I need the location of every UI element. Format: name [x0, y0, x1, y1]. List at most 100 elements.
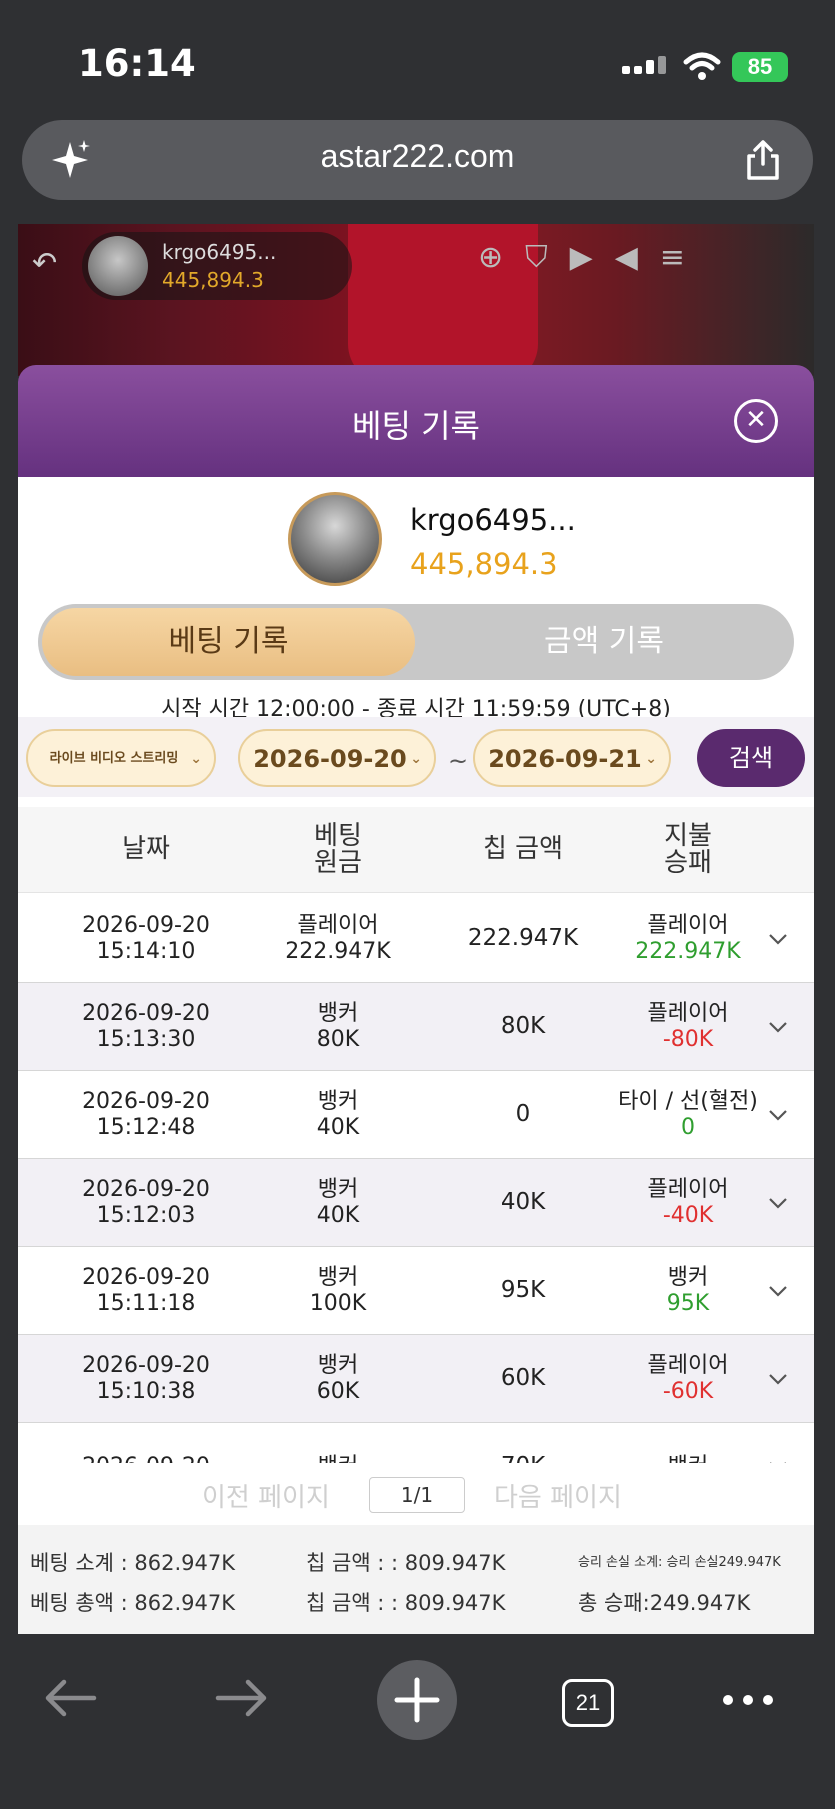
user-name: krgo6495... [410, 503, 576, 537]
game-type-select[interactable]: 라이브 비디오 스트리밍 ⌄ [26, 729, 216, 787]
row-chip: 60K [500, 1365, 546, 1392]
row-outcome: 뱅커 [668, 1454, 708, 1463]
close-icon[interactable]: ✕ [734, 399, 778, 443]
row-outcome: 플레이어 [647, 1352, 729, 1378]
table-row[interactable]: 2026-09-20 15:13:30 뱅커 80K 80K 플레이어 -80K [18, 983, 814, 1071]
row-chip: 40K [500, 1189, 546, 1216]
chevron-down-icon[interactable] [766, 1279, 790, 1303]
row-outcome: 플레이어 [647, 1000, 729, 1026]
prev-page-button[interactable]: 이전 페이지 [202, 1477, 330, 1514]
row-profit: 95K [666, 1291, 710, 1316]
row-time: 15:13:30 [96, 1027, 196, 1052]
chevron-down-icon: ⌄ [410, 751, 422, 767]
chevron-down-icon[interactable] [766, 1455, 790, 1463]
chevron-down-icon[interactable] [766, 1015, 790, 1039]
row-chip: 95K [500, 1277, 546, 1304]
row-profit: -60K [662, 1379, 714, 1404]
chip-subtotal: 칩 금액 : : 809.947K [306, 1551, 506, 1575]
cellular-signal-icon [622, 56, 666, 82]
avatar [88, 236, 148, 296]
row-bet-amount: 60K [316, 1379, 360, 1404]
table-row[interactable]: 2026-09-20 뱅커 70K 뱅커 [18, 1423, 814, 1463]
back-arrow-icon[interactable] [40, 1676, 100, 1720]
filter-bar: 라이브 비디오 스트리밍 ⌄ 2026-09-20 ⌄ ~ 2026-09-21… [18, 717, 814, 797]
row-date: 2026-09-20 [82, 1088, 210, 1114]
chevron-down-icon: ⌄ [190, 751, 202, 767]
row-bet-on: 뱅커 [317, 1264, 359, 1290]
tabs-button[interactable]: 21 [562, 1679, 614, 1727]
plus-icon [394, 1677, 440, 1723]
wifi-icon [683, 52, 721, 80]
chevron-down-icon[interactable] [766, 927, 790, 951]
row-time: 15:11:18 [96, 1291, 196, 1316]
column-original: 베팅 원금 [314, 820, 362, 878]
url-text[interactable]: astar222.com [22, 138, 813, 175]
row-outcome: 플레이어 [647, 912, 729, 938]
search-button[interactable]: 검색 [697, 729, 805, 787]
modal-header: 베팅 기록 ✕ [18, 365, 814, 477]
row-bet-on: 뱅커 [318, 1454, 358, 1463]
column-result: 지불 승패 [664, 820, 712, 878]
date-from-select[interactable]: 2026-09-20 ⌄ [238, 729, 436, 787]
tab-amount-history[interactable]: 금액 기록 [418, 608, 790, 676]
row-chip: 222.947K [467, 925, 579, 952]
row-date: 2026-09-20 [82, 1000, 210, 1026]
row-bet-amount: 100K [309, 1291, 367, 1316]
row-time: 15:10:38 [96, 1379, 196, 1404]
row-bet-amount: 222.947K [285, 939, 391, 964]
row-date: 2026-09-20 [82, 1176, 210, 1202]
video-camera-icon[interactable]: ▶ [570, 240, 615, 275]
chevron-down-icon[interactable] [766, 1367, 790, 1391]
chevron-down-icon[interactable] [766, 1103, 790, 1127]
battery-indicator: 85 [732, 52, 788, 82]
status-bar: 16:14 85 [0, 0, 835, 115]
forward-arrow-icon[interactable] [212, 1676, 272, 1720]
row-profit: -80K [662, 1027, 714, 1052]
date-separator: ~ [448, 747, 469, 775]
address-bar[interactable]: astar222.com [22, 120, 813, 200]
video-controls[interactable]: ⊕⛉▶◀≡ [478, 240, 707, 275]
speaker-icon[interactable]: ◀ [615, 240, 660, 275]
row-bet-amount: 40K [316, 1115, 360, 1140]
table-row[interactable]: 2026-09-20 15:11:18 뱅커 100K 95K 뱅커 95K [18, 1247, 814, 1335]
modal-title: 베팅 기록 [352, 407, 480, 445]
winloss-total: 총 승패:249.947K [578, 1591, 751, 1615]
chevron-down-icon: ⌄ [645, 751, 657, 767]
more-icon[interactable] [720, 1682, 776, 1718]
row-outcome: 뱅커 [667, 1264, 709, 1290]
row-chip: 80K [500, 1013, 546, 1040]
page-indicator[interactable]: 1/1 [369, 1477, 465, 1513]
row-bet-on: 플레이어 [297, 912, 379, 938]
table-row[interactable]: 2026-09-20 15:10:38 뱅커 60K 60K 플레이어 -60K [18, 1335, 814, 1423]
back-arrow-icon[interactable]: ↶ [32, 246, 68, 281]
browser-toolbar: 21 [0, 1634, 835, 1809]
table-header: 날짜 베팅 원금 칩 금액 지불 승패 [18, 807, 814, 893]
shield-icon[interactable]: ⛉ [525, 240, 570, 275]
clock: 16:14 [78, 42, 196, 85]
bet-total: 베팅 총액 : 862.947K [30, 1591, 235, 1615]
date-from-value: 2026-09-20 [253, 745, 407, 773]
row-bet-amount: 40K [316, 1203, 360, 1228]
chip-total: 칩 금액 : : 809.947K [306, 1591, 506, 1615]
next-page-button[interactable]: 다음 페이지 [494, 1477, 622, 1514]
menu-icon[interactable]: ≡ [660, 240, 707, 275]
row-profit: 222.947K [635, 939, 741, 964]
tab-bet-history[interactable]: 베팅 기록 [42, 608, 415, 676]
table-row[interactable]: 2026-09-20 15:12:48 뱅커 40K 0 타이 / 선(혈전) 0 [18, 1071, 814, 1159]
row-bet-on: 뱅커 [317, 1088, 359, 1114]
chevron-down-icon[interactable] [766, 1191, 790, 1215]
video-user-info: krgo6495... 445,894.3 [82, 232, 352, 300]
pagination: 이전 페이지 1/1 다음 페이지 [18, 1463, 814, 1525]
row-date: 2026-09-20 [82, 1352, 210, 1378]
row-bet-amount: 80K [316, 1027, 360, 1052]
share-icon[interactable] [743, 138, 783, 182]
history-tabs: 베팅 기록 금액 기록 [38, 604, 794, 680]
table-row[interactable]: 2026-09-20 15:14:10 플레이어 222.947K 222.947K… [18, 895, 814, 983]
search-icon[interactable]: ⊕ [478, 240, 525, 275]
date-to-select[interactable]: 2026-09-21 ⌄ [473, 729, 671, 787]
row-outcome: 플레이어 [647, 1176, 729, 1202]
bet-history-panel: krgo6495... 445,894.3 베팅 기록 금액 기록 시작 시간 … [18, 477, 814, 1634]
table-row[interactable]: 2026-09-20 15:12:03 뱅커 40K 40K 플레이어 -40K [18, 1159, 814, 1247]
new-tab-button[interactable] [377, 1660, 457, 1740]
row-date: 2026-09-20 [82, 1454, 210, 1463]
